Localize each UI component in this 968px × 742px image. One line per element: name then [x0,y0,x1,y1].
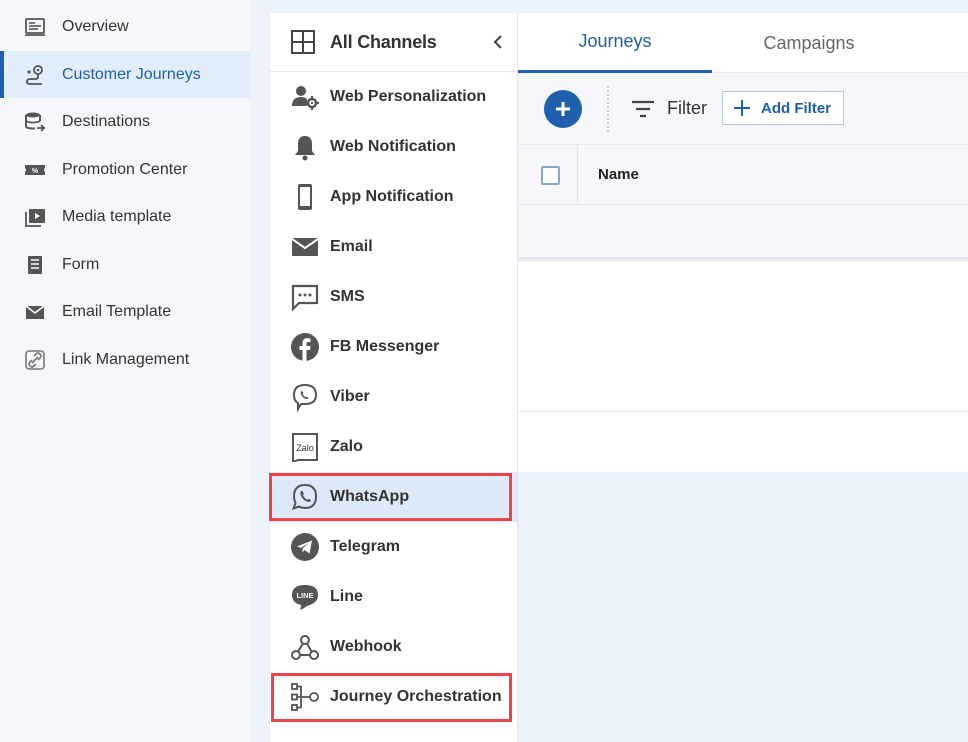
webhook-icon [289,631,321,663]
facebook-icon [289,331,321,363]
channel-line[interactable]: LINE Line [270,572,518,622]
divider [518,411,968,412]
channel-label: Email [330,238,373,255]
nav-item-label: Form [62,255,100,273]
channel-label: Line [330,588,363,605]
channels-header: All Channels [270,13,518,72]
main-content: Journeys Campaigns Filter Add Filter Nam… [518,13,968,472]
web-personalization-icon [289,81,321,113]
channels-header-title: All Channels [330,31,437,52]
toolbar: Filter Add Filter [518,73,968,145]
nav-item-customer-journeys[interactable]: Customer Journeys [0,51,250,98]
filter-label[interactable]: Filter [667,98,707,119]
nav-item-form[interactable]: Form [0,241,250,288]
tab-label: Journeys [578,31,652,51]
form-icon [22,253,48,277]
nav-item-label: Promotion Center [62,160,188,178]
channel-webhook[interactable]: Webhook [270,622,518,672]
channel-app-notification[interactable]: App Notification [270,172,518,222]
plus-icon [556,102,570,116]
tab-bar: Journeys Campaigns [518,13,968,73]
coupon-icon: % [22,158,48,182]
nav-item-label: Customer Journeys [62,65,201,83]
column-header-name[interactable]: Name [598,166,639,183]
envelope-icon [22,300,48,324]
channel-label: SMS [330,288,365,305]
channel-web-personalization[interactable]: Web Personalization [270,72,518,122]
telegram-icon [289,531,321,563]
channels-panel: All Channels Web Personalization Web Not… [269,13,518,742]
media-play-icon [22,205,48,229]
nav-item-label: Media template [62,207,172,225]
sms-bubble-icon [289,281,321,313]
plus-icon [734,100,750,116]
highlight-box-whatsapp [269,473,512,521]
nav-item-email-template[interactable]: Email Template [0,288,250,335]
channel-web-notification[interactable]: Web Notification [270,122,518,172]
channel-label: FB Messenger [330,338,440,355]
channel-telegram[interactable]: Telegram [270,522,518,572]
channel-label: Webhook [330,638,402,655]
nav-item-overview[interactable]: Overview [0,3,250,50]
left-sidebar: Overview Customer Journeys Destinations … [0,0,250,742]
nav-item-label: Overview [62,17,129,35]
database-arrow-icon [22,110,48,134]
channel-email[interactable]: Email [270,222,518,272]
tab-label: Campaigns [763,32,855,53]
envelope-icon [289,231,321,263]
channel-label: Telegram [330,538,400,555]
nav-item-label: Destinations [62,112,151,130]
tab-campaigns[interactable]: Campaigns [712,13,906,73]
svg-text:Zalo: Zalo [296,443,314,453]
toolbar-separator [607,86,609,132]
channel-label: App Notification [330,188,454,205]
select-all-checkbox[interactable] [541,166,560,185]
svg-text:LINE: LINE [296,591,313,600]
table-header: Name [518,145,968,261]
nav-item-link-management[interactable]: Link Management [0,336,250,383]
channel-sms[interactable]: SMS [270,272,518,322]
nav-item-label: Email Template [62,302,172,320]
add-filter-button[interactable]: Add Filter [722,91,844,125]
add-filter-label: Add Filter [761,99,831,117]
svg-text:%: % [32,168,39,175]
nav-item-media-template[interactable]: Media template [0,193,250,240]
channel-label: Zalo [330,438,363,455]
bell-icon [289,131,321,163]
link-icon [22,348,48,372]
viber-icon [289,381,321,413]
nav-item-destinations[interactable]: Destinations [0,98,250,145]
journey-pin-icon [22,63,48,87]
channel-label: Viber [330,388,370,405]
line-icon: LINE [289,581,321,613]
channel-fb-messenger[interactable]: FB Messenger [270,322,518,372]
chevron-left-icon[interactable] [488,31,508,53]
nav-item-promotion-center[interactable]: % Promotion Center [0,146,250,193]
channel-viber[interactable]: Viber [270,372,518,422]
mobile-phone-icon [289,181,321,213]
overview-icon [22,15,48,39]
highlight-box-journey-orchestration [271,673,512,722]
channel-zalo[interactable]: Zalo Zalo [270,422,518,472]
table-row [518,205,968,261]
filter-icon[interactable] [631,99,655,119]
tab-journeys[interactable]: Journeys [518,13,712,73]
channel-label: Web Notification [330,138,456,155]
add-button[interactable] [544,90,582,128]
grid-icon [291,30,315,54]
channel-label: Web Personalization [330,88,487,105]
nav-item-label: Link Management [62,350,190,368]
zalo-icon: Zalo [289,431,321,463]
